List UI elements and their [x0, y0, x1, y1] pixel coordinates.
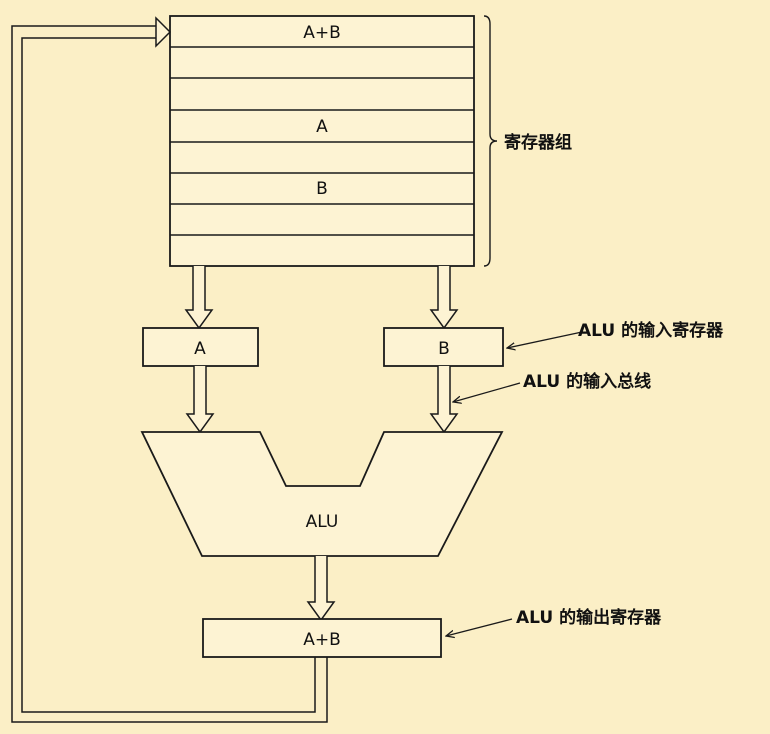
- alu-input-register-pointer: [507, 331, 583, 348]
- register-row-4-text: A: [316, 117, 328, 137]
- alu-input-register-a-text: A: [194, 339, 206, 359]
- alu-shape: [140, 431, 504, 557]
- bus-arrow-regfile-to-b: [429, 266, 459, 330]
- bus-arrow-regfile-to-a: [184, 266, 214, 330]
- alu-datapath-diagram: A+B A B 寄存器组 A B ALU 的输入寄存器 ALU 的输入总线 AL…: [11, 15, 724, 723]
- register-file-label: 寄存器组: [504, 132, 572, 153]
- register-row-1-text: A+B: [303, 23, 341, 43]
- bus-arrow-alu-to-output: [306, 556, 336, 622]
- alu-label: ALU: [306, 512, 339, 532]
- bus-arrow-b-to-alu: [429, 366, 459, 434]
- bus-arrow-a-to-alu: [185, 366, 215, 434]
- register-file-brace: [483, 15, 498, 267]
- alu-input-register-b-text: B: [438, 339, 450, 359]
- register-file: A+B A B: [169, 15, 475, 267]
- alu-output-register-annotation: ALU 的输出寄存器: [516, 607, 662, 628]
- alu-input-register-annotation: ALU 的输入寄存器: [578, 320, 724, 341]
- register-row-6-text: B: [316, 179, 328, 199]
- alu-output-register-text: A+B: [303, 630, 341, 650]
- register-file-box: [169, 15, 475, 267]
- alu-input-bus-annotation: ALU 的输入总线: [523, 371, 651, 392]
- alu-output-register-pointer: [446, 618, 513, 636]
- feedback-bus-arrowhead: [155, 16, 172, 48]
- alu-input-bus-pointer: [453, 382, 521, 402]
